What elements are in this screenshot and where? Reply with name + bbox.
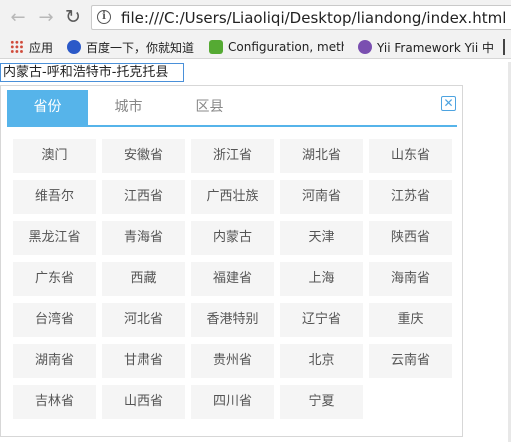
- close-icon[interactable]: ✕: [441, 96, 456, 111]
- province-option[interactable]: 四川省: [191, 385, 274, 419]
- province-option[interactable]: 海南省: [369, 262, 452, 296]
- yii-icon: [358, 40, 372, 54]
- province-option[interactable]: 江西省: [102, 180, 185, 214]
- province-option[interactable]: 辽宁省: [280, 303, 363, 337]
- province-option[interactable]: 重庆: [369, 303, 452, 337]
- province-option[interactable]: 内蒙古: [191, 221, 274, 255]
- province-option[interactable]: 天津: [280, 221, 363, 255]
- province-option[interactable]: 河北省: [102, 303, 185, 337]
- browser-toolbar: ← → ↻ i file:///C:/Users/Liaoliqi/Deskto…: [0, 0, 511, 35]
- province-option[interactable]: 河南省: [280, 180, 363, 214]
- back-arrow-icon[interactable]: ←: [7, 6, 29, 28]
- province-option[interactable]: 福建省: [191, 262, 274, 296]
- province-option[interactable]: 山东省: [369, 139, 452, 173]
- province-option[interactable]: 吉林省: [13, 385, 96, 419]
- province-option[interactable]: 陕西省: [369, 221, 452, 255]
- province-option[interactable]: 上海: [280, 262, 363, 296]
- bookmark-configuration[interactable]: Configuration, meth: [209, 38, 344, 56]
- province-option[interactable]: 广东省: [13, 262, 96, 296]
- bookmark-baidu[interactable]: 百度一下，你就知道: [67, 38, 200, 56]
- province-option[interactable]: 澳门: [13, 139, 96, 173]
- province-option[interactable]: 贵州省: [191, 344, 274, 378]
- tab-province[interactable]: 省份: [7, 90, 88, 125]
- bookmark-label: Yii Framework Yii 中: [377, 40, 495, 55]
- bookmark-yii[interactable]: Yii Framework Yii 中: [358, 38, 496, 56]
- region-picker-panel: 省份 城市 区县 ✕ 澳门 安徽省 浙江省 湖北省 山东省维吾尔 江西省 广西壮族 河南省 江苏…: [0, 85, 463, 437]
- province-option[interactable]: 山西省: [102, 385, 185, 419]
- bookmark-label: Configuration, meth: [228, 40, 344, 54]
- province-option[interactable]: 台湾省: [13, 303, 96, 337]
- bookmark-apps[interactable]: 应用: [10, 38, 60, 56]
- province-option[interactable]: 维吾尔: [13, 180, 96, 214]
- province-option[interactable]: 湖北省: [280, 139, 363, 173]
- configuration-icon: [209, 40, 223, 54]
- url-text[interactable]: file:///C:/Users/Liaoliqi/Desktop/liando…: [121, 9, 506, 27]
- province-option[interactable]: 云南省: [369, 344, 452, 378]
- province-option[interactable]: 青海省: [102, 221, 185, 255]
- apps-grid-icon: [10, 40, 24, 54]
- address-bar[interactable]: i file:///C:/Users/Liaoliqi/Desktop/lian…: [91, 5, 511, 30]
- province-option[interactable]: 黑龙江省: [13, 221, 96, 255]
- picker-tabs: 省份 城市 区县 ✕: [7, 90, 457, 127]
- province-option[interactable]: 安徽省: [102, 139, 185, 173]
- province-option[interactable]: 甘肃省: [102, 344, 185, 378]
- address-select-input[interactable]: 内蒙古-呼和浩特市-托克托县: [0, 63, 184, 82]
- bookmark-label: 百度一下，你就知道: [86, 40, 195, 55]
- forward-arrow-icon[interactable]: →: [35, 6, 57, 28]
- province-option[interactable]: 广西壮族: [191, 180, 274, 214]
- province-option[interactable]: 江苏省: [369, 180, 452, 214]
- tab-city[interactable]: 城市: [88, 90, 169, 125]
- bookmarks-bar: 应用 百度一下，你就知道 Configuration, meth Yii Fra…: [0, 35, 511, 59]
- more-bookmarks-icon[interactable]: [503, 39, 511, 55]
- province-option[interactable]: 北京: [280, 344, 363, 378]
- province-option[interactable]: 湖南省: [13, 344, 96, 378]
- tab-county[interactable]: 区县: [169, 90, 250, 125]
- province-option[interactable]: 香港特别: [191, 303, 274, 337]
- baidu-icon: [67, 40, 81, 54]
- province-option[interactable]: 浙江省: [191, 139, 274, 173]
- province-option[interactable]: 宁夏: [280, 385, 363, 419]
- bookmark-label: 应用: [29, 40, 54, 55]
- reload-icon[interactable]: ↻: [62, 6, 84, 28]
- province-option[interactable]: 西藏: [102, 262, 185, 296]
- info-icon[interactable]: i: [97, 10, 111, 24]
